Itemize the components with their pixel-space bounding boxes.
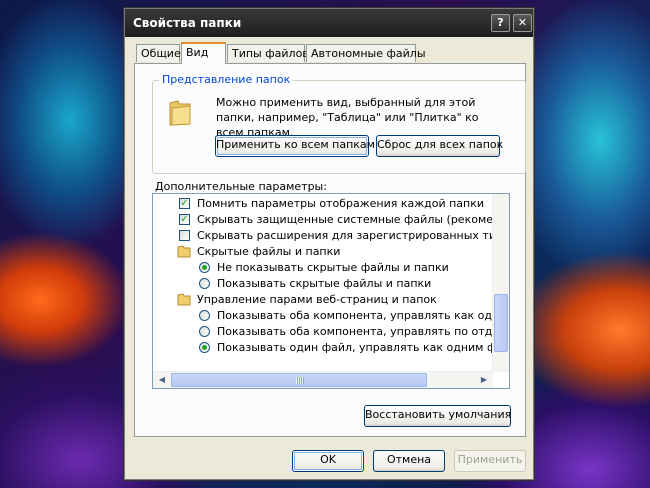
list-item[interactable]: ✓ Помнить параметры отображения каждой п… [153,196,493,212]
tab-view[interactable]: Вид [181,42,226,64]
ok-button[interactable]: OK [292,450,364,472]
window-title: Свойства папки [133,16,242,30]
folder-views-description: Можно применить вид, выбранный для этой … [216,96,479,139]
tab-general[interactable]: Общие [136,44,181,62]
list-item[interactable]: ✓ Скрывать защищенные системные файлы (р… [153,212,509,228]
help-button[interactable]: ? [491,14,510,32]
advanced-settings-label: Дополнительные параметры: [155,180,327,193]
list-item[interactable]: Показывать скрытые файлы и папки [153,276,493,292]
folder-icon [177,293,191,306]
tab-offline-files[interactable]: Автономные файлы [306,44,426,62]
checkbox[interactable]: ✓ [179,214,190,225]
list-item[interactable]: Скрывать расширения для зарегистрированн… [153,228,509,244]
horizontal-scrollbar[interactable]: ◀ ▶ [153,371,493,388]
cancel-button[interactable]: Отмена [373,450,445,472]
folder-icon [169,100,191,126]
list-item[interactable]: Не показывать скрытые файлы и папки [153,260,493,276]
apply-button[interactable]: Применить [454,450,526,472]
checkbox[interactable] [179,230,190,241]
list-item[interactable]: Показывать оба компонента, управлять как… [153,308,509,324]
radio-button[interactable] [199,326,210,337]
checkbox[interactable]: ✓ [179,198,190,209]
tab-file-types[interactable]: Типы файлов [227,44,309,62]
scroll-grip-icon [296,377,304,384]
close-button[interactable]: ✕ [513,14,532,32]
vertical-scroll-thumb[interactable] [494,294,508,352]
list-item: Управление парами веб-страниц и папок [153,292,493,308]
scroll-right-arrow-icon[interactable]: ▶ [477,373,491,387]
reset-all-folders-button[interactable]: Сброс для всех папок [376,135,503,157]
advanced-settings-list[interactable]: ✓ Помнить параметры отображения каждой п… [152,193,510,389]
folder-views-legend: Представление папок [159,73,294,86]
radio-button[interactable] [199,342,210,353]
list-item[interactable]: Показывать один файл, управлять как одни… [153,340,509,356]
list-item: Скрытые файлы и папки [153,244,493,260]
vertical-scrollbar[interactable] [492,194,509,372]
radio-button[interactable] [199,262,210,273]
scroll-left-arrow-icon[interactable]: ◀ [155,373,169,387]
radio-button[interactable] [199,310,210,321]
folder-icon [177,245,191,258]
horizontal-scroll-thumb[interactable] [171,373,427,387]
restore-defaults-button[interactable]: Восстановить умолчания [364,405,511,427]
apply-to-all-folders-button[interactable]: Применить ко всем папкам [215,135,375,157]
radio-button[interactable] [199,278,210,289]
title-bar[interactable]: Свойства папки ? ✕ [125,9,533,37]
list-item[interactable]: Показывать оба компонента, управлять по … [153,324,509,340]
